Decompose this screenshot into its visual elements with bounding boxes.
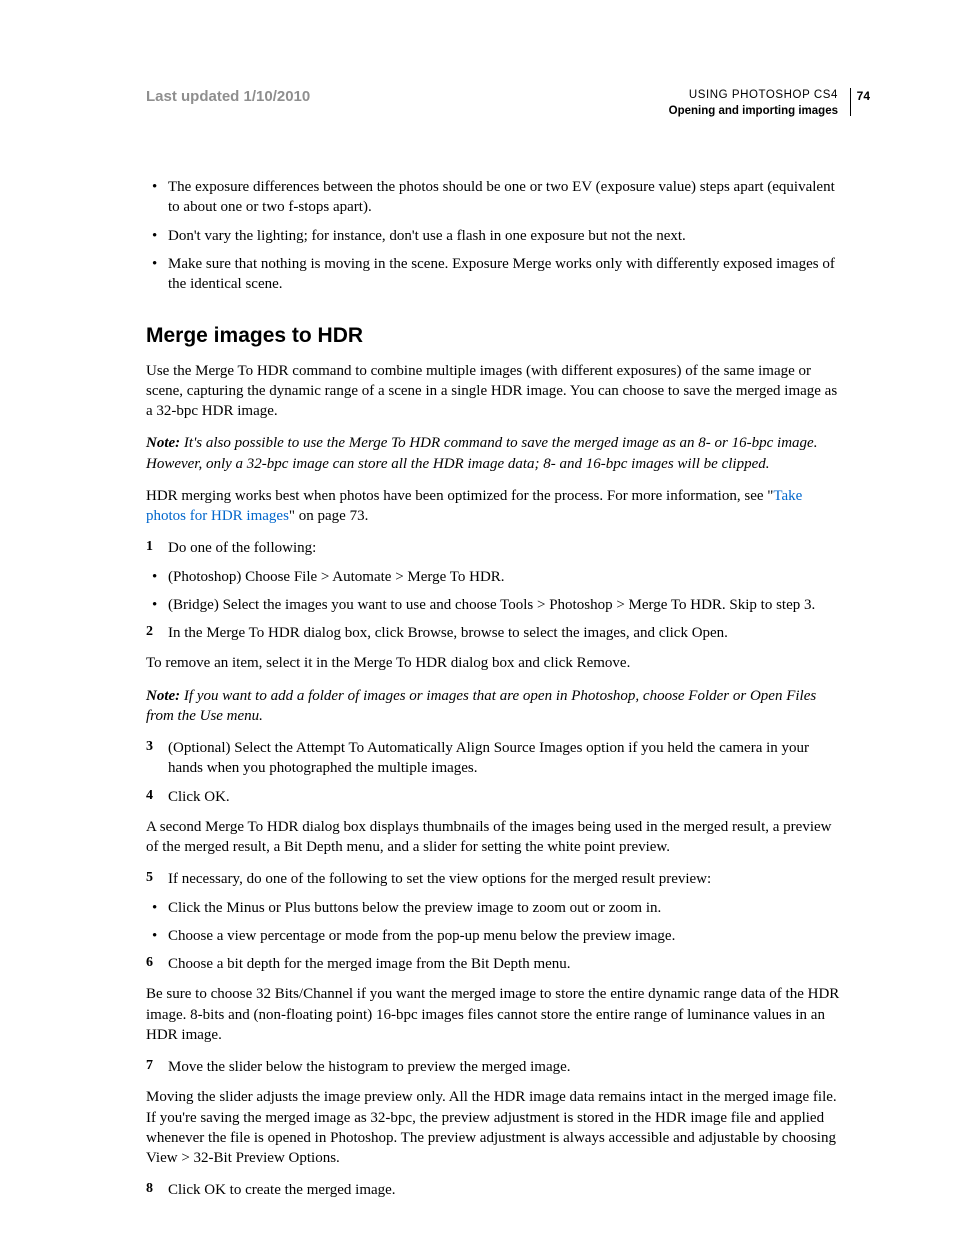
list-item: Click the Minus or Plus buttons below th… — [146, 898, 846, 918]
step-item: Click OK. — [146, 787, 846, 807]
bitdepth-paragraph: Be sure to choose 32 Bits/Channel if you… — [146, 984, 846, 1045]
step-item: Move the slider below the histogram to p… — [146, 1057, 846, 1077]
step-item: If necessary, do one of the following to… — [146, 869, 846, 889]
text-span: " on page 73. — [289, 508, 368, 524]
note-paragraph: Note: If you want to add a folder of ima… — [146, 686, 846, 727]
step1-bullets: (Photoshop) Choose File > Automate > Mer… — [146, 567, 846, 616]
header-right-block: USING PHOTOSHOP CS4 Opening and importin… — [669, 88, 846, 119]
page-number: 74 — [850, 88, 870, 116]
document-page: Last updated 1/10/2010 USING PHOTOSHOP C… — [0, 0, 954, 1235]
remove-paragraph: To remove an item, select it in the Merg… — [146, 653, 846, 673]
intro-paragraph: Use the Merge To HDR command to combine … — [146, 361, 846, 422]
list-item: Make sure that nothing is moving in the … — [146, 254, 846, 295]
link-paragraph: HDR merging works best when photos have … — [146, 486, 846, 527]
step-list-1: Do one of the following: — [146, 538, 846, 558]
list-item: (Photoshop) Choose File > Automate > Mer… — [146, 567, 846, 587]
step5-bullets: Click the Minus or Plus buttons below th… — [146, 898, 846, 947]
step-item: (Optional) Select the Attempt To Automat… — [146, 738, 846, 779]
step-item: Choose a bit depth for the merged image … — [146, 954, 846, 974]
step-item: Click OK to create the merged image. — [146, 1180, 846, 1200]
last-updated-text: Last updated 1/10/2010 — [146, 88, 310, 105]
page-header: Last updated 1/10/2010 USING PHOTOSHOP C… — [146, 88, 846, 119]
note-label: Note: — [146, 435, 180, 451]
step-list-6: Choose a bit depth for the merged image … — [146, 954, 846, 974]
top-bullet-list: The exposure differences between the pho… — [146, 177, 846, 294]
note-body: If you want to add a folder of images or… — [146, 688, 816, 724]
step-list-7: Move the slider below the histogram to p… — [146, 1057, 846, 1077]
list-item: (Bridge) Select the images you want to u… — [146, 595, 846, 615]
note-body: It's also possible to use the Merge To H… — [146, 435, 817, 471]
slider-paragraph: Moving the slider adjusts the image prev… — [146, 1087, 846, 1168]
section-heading: Merge images to HDR — [146, 322, 846, 350]
text-span: HDR merging works best when photos have … — [146, 488, 773, 504]
second-dialog-paragraph: A second Merge To HDR dialog box display… — [146, 817, 846, 858]
list-item: Don't vary the lighting; for instance, d… — [146, 226, 846, 246]
note-paragraph: Note: It's also possible to use the Merg… — [146, 433, 846, 474]
step-list-5: If necessary, do one of the following to… — [146, 869, 846, 889]
list-item: The exposure differences between the pho… — [146, 177, 846, 218]
step-item: Do one of the following: — [146, 538, 846, 558]
doc-title: USING PHOTOSHOP CS4 — [669, 88, 838, 104]
page-content: The exposure differences between the pho… — [146, 177, 846, 1201]
step-item: In the Merge To HDR dialog box, click Br… — [146, 623, 846, 643]
step-list-2: In the Merge To HDR dialog box, click Br… — [146, 623, 846, 643]
note-label: Note: — [146, 688, 180, 704]
step-list-8: Click OK to create the merged image. — [146, 1180, 846, 1200]
list-item: Choose a view percentage or mode from th… — [146, 926, 846, 946]
section-title: Opening and importing images — [669, 104, 838, 120]
step-list-3: (Optional) Select the Attempt To Automat… — [146, 738, 846, 807]
